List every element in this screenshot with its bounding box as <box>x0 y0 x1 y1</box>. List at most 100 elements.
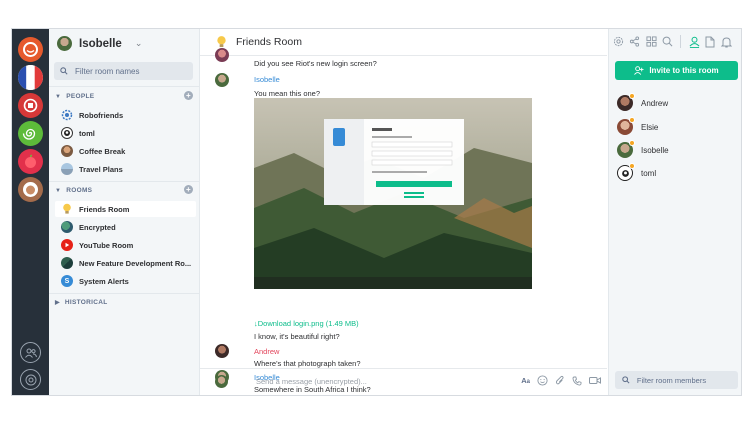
room-label: Friends Room <box>79 204 130 214</box>
divider <box>49 293 199 294</box>
room-item-friends-room[interactable]: Friends Room <box>55 201 196 217</box>
room-label: New Feature Development Ro... <box>79 258 192 268</box>
room-label: YouTube Room <box>79 240 134 250</box>
message-input[interactable] <box>254 376 458 387</box>
section-title: ROOMS <box>66 187 93 194</box>
divider <box>49 86 199 87</box>
people-section-header[interactable]: ▼ PEOPLE + <box>55 91 193 100</box>
room-item-travel-plans[interactable]: Travel Plans <box>55 161 196 177</box>
presence-badge <box>629 93 635 99</box>
room-item-toml[interactable]: toml <box>55 125 196 141</box>
app-window: Isobelle ⌄ ▼ PEOPLE + Robofriends toml <box>11 28 742 396</box>
youtube-icon <box>61 239 73 251</box>
group-avatar-flag[interactable] <box>18 65 43 90</box>
presence-badge <box>629 117 635 123</box>
member-search-input[interactable] <box>634 374 738 386</box>
formatting-icon[interactable]: Aa <box>521 376 530 385</box>
room-item-encrypted[interactable]: Encrypted <box>55 219 196 235</box>
filter-members <box>615 371 738 389</box>
rooms-section-header[interactable]: ▼ ROOMS + <box>55 185 193 194</box>
sender-name[interactable]: Isobelle <box>254 75 280 84</box>
letter-s-icon: S <box>61 275 73 287</box>
message-text: I know, it's beautiful right? <box>254 332 340 341</box>
share-icon[interactable] <box>629 36 640 47</box>
files-icon[interactable] <box>705 36 715 48</box>
room-item-coffee-break[interactable]: Coffee Break <box>55 143 196 159</box>
message-composer: Aa <box>200 368 607 395</box>
avatar <box>617 140 635 158</box>
attachment-icon[interactable] <box>555 375 565 386</box>
room-label: Travel Plans <box>79 164 123 174</box>
search-icon[interactable] <box>662 36 673 47</box>
room-label: toml <box>79 128 95 138</box>
avatar <box>617 117 635 135</box>
avatar <box>617 93 635 111</box>
bell-icon[interactable] <box>721 36 732 48</box>
room-item-youtube-room[interactable]: YouTube Room <box>55 237 196 253</box>
member-panel: Invite to this room Andrew Elsie Isobell… <box>608 29 741 395</box>
chevron-down-icon: ▼ <box>55 93 62 100</box>
voice-call-icon[interactable] <box>572 376 582 386</box>
image-attachment[interactable] <box>254 98 532 289</box>
invite-label: Invite to this room <box>649 66 719 75</box>
avatar <box>215 344 229 358</box>
historical-section-header[interactable]: ▶ HISTORICAL <box>55 299 193 306</box>
member-item-andrew[interactable]: Andrew <box>617 93 669 111</box>
room-header: Friends Room <box>200 29 607 56</box>
login-screenshot-image <box>254 98 532 289</box>
video-call-icon[interactable] <box>589 376 601 385</box>
member-name: Andrew <box>641 98 669 108</box>
chevron-down-icon: ▼ <box>55 187 62 194</box>
message-text: Did you see Riot's new login screen? <box>254 59 377 68</box>
group-bar <box>12 29 49 395</box>
download-link[interactable]: ↓Download login.png (1.49 MB) <box>254 319 359 328</box>
avatar <box>215 73 229 87</box>
avatar <box>61 163 73 175</box>
chevron-right-icon: ▶ <box>55 300 60 306</box>
room-list-panel: Isobelle ⌄ ▼ PEOPLE + Robofriends toml <box>49 29 200 395</box>
room-header-actions <box>609 35 741 49</box>
section-title: HISTORICAL <box>64 299 108 306</box>
people-icon[interactable] <box>20 342 41 363</box>
avatar <box>61 145 73 157</box>
room-label: Robofriends <box>79 110 124 120</box>
invite-button[interactable]: Invite to this room <box>615 61 738 80</box>
avatar <box>57 36 72 51</box>
add-person-button[interactable]: + <box>184 91 193 100</box>
member-item-elsie[interactable]: Elsie <box>617 117 658 135</box>
apps-grid-icon[interactable] <box>646 36 657 47</box>
add-room-button[interactable]: + <box>184 185 193 194</box>
chevron-down-icon: ⌄ <box>134 38 143 48</box>
explore-icon[interactable] <box>20 369 41 390</box>
filter-rooms <box>54 62 193 80</box>
group-avatar-red[interactable] <box>18 93 43 118</box>
group-avatar-spiral[interactable] <box>18 121 43 146</box>
group-avatar-smiley[interactable] <box>18 37 43 62</box>
lightbulb-icon <box>61 203 73 215</box>
room-label: System Alerts <box>79 276 129 286</box>
member-item-isobelle[interactable]: Isobelle <box>617 140 669 158</box>
room-title: Friends Room <box>236 36 302 48</box>
room-item-robofriends[interactable]: Robofriends <box>55 107 196 123</box>
room-label: Encrypted <box>79 222 116 232</box>
room-item-system-alerts[interactable]: S System Alerts <box>55 273 196 289</box>
room-item-new-feature-development[interactable]: New Feature Development Ro... <box>55 255 196 271</box>
member-name: Isobelle <box>641 145 669 155</box>
members-icon[interactable] <box>689 36 700 48</box>
room-label: Coffee Break <box>79 146 126 156</box>
user-menu[interactable]: Isobelle ⌄ <box>57 36 142 51</box>
avatar <box>215 48 229 62</box>
avatar <box>215 375 228 388</box>
member-item-toml[interactable]: toml <box>617 163 656 181</box>
gear-icon[interactable] <box>613 36 624 47</box>
composer-actions: Aa <box>521 375 601 386</box>
group-avatar-face[interactable] <box>18 177 43 202</box>
search-icon <box>60 67 68 75</box>
sender-name[interactable]: Andrew <box>254 347 279 356</box>
emoji-icon[interactable] <box>537 375 548 386</box>
avatar <box>61 127 73 139</box>
room-view: Friends Room Did you see Riot's new logi… <box>200 29 607 395</box>
presence-badge <box>629 140 635 146</box>
search-input[interactable] <box>73 65 187 77</box>
group-avatar-apple[interactable] <box>18 149 43 174</box>
